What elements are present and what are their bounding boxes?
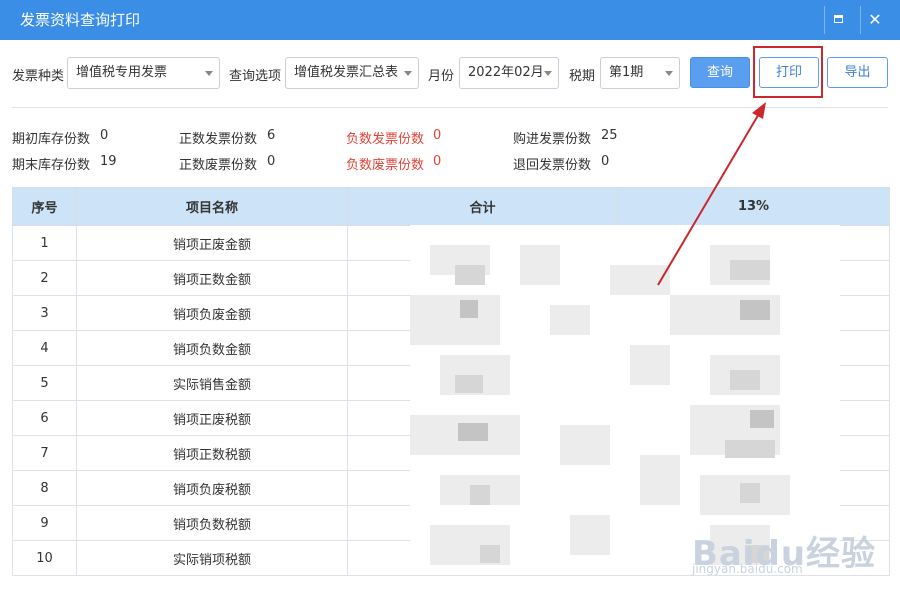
watermark-url: jingyan.baidu.com [692, 562, 803, 576]
baidu-watermark: Baidu经验 jingyan.baidu.com [692, 496, 892, 586]
